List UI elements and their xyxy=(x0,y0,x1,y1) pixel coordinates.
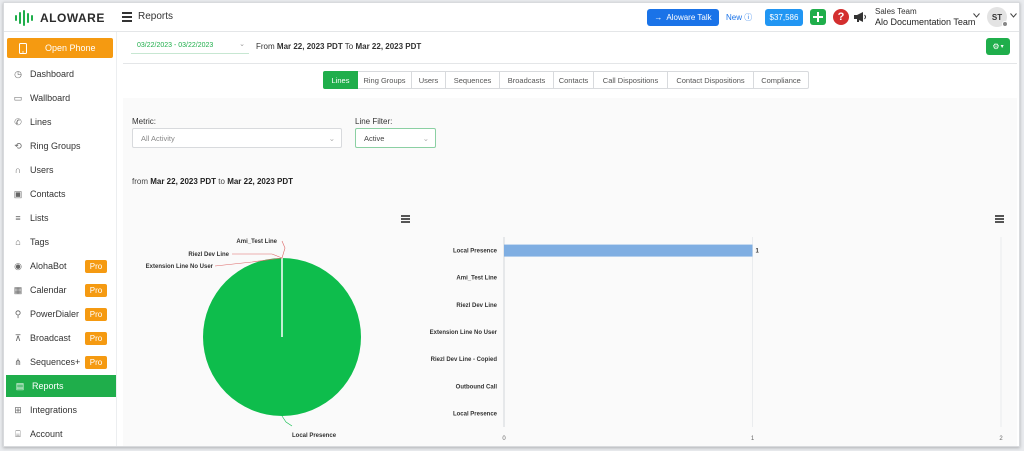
pie-label: Riezl Dev Line xyxy=(188,252,229,258)
charts-canvas: Local Presence Ami_Test Line Riezl Dev Lin… xyxy=(146,237,1003,442)
bar-x-tick-label: 0 xyxy=(502,436,506,442)
bar-x-tick-label: 1 xyxy=(751,436,755,442)
pie-label: Ami_Test Line xyxy=(236,239,277,245)
pie-label: Extension Line No User xyxy=(146,264,214,270)
bar-category-label: Ami_Test Line xyxy=(456,276,497,282)
pie-label: Local Presence xyxy=(292,433,337,439)
bar xyxy=(504,244,753,257)
bar-data-label: 1 xyxy=(756,249,760,255)
bar-category-label: Extension Line No User xyxy=(430,330,498,336)
pie-leader-line xyxy=(232,253,283,259)
bar-category-label: Riezl Dev Line - Copied xyxy=(431,357,498,363)
bar-category-label: Local Presence xyxy=(453,411,498,417)
bar-category-label: Local Presence xyxy=(453,249,498,255)
bar-category-label: Riezl Dev Line xyxy=(456,303,497,309)
app-window: ALOWARE Reports → Aloware Talk New ⓘ $37… xyxy=(3,2,1020,447)
bar-x-tick-label: 2 xyxy=(999,436,1003,442)
bar-category-label: Outbound Call xyxy=(456,384,498,390)
pie-leader-line xyxy=(281,415,293,427)
pie-leader-line xyxy=(281,240,286,259)
